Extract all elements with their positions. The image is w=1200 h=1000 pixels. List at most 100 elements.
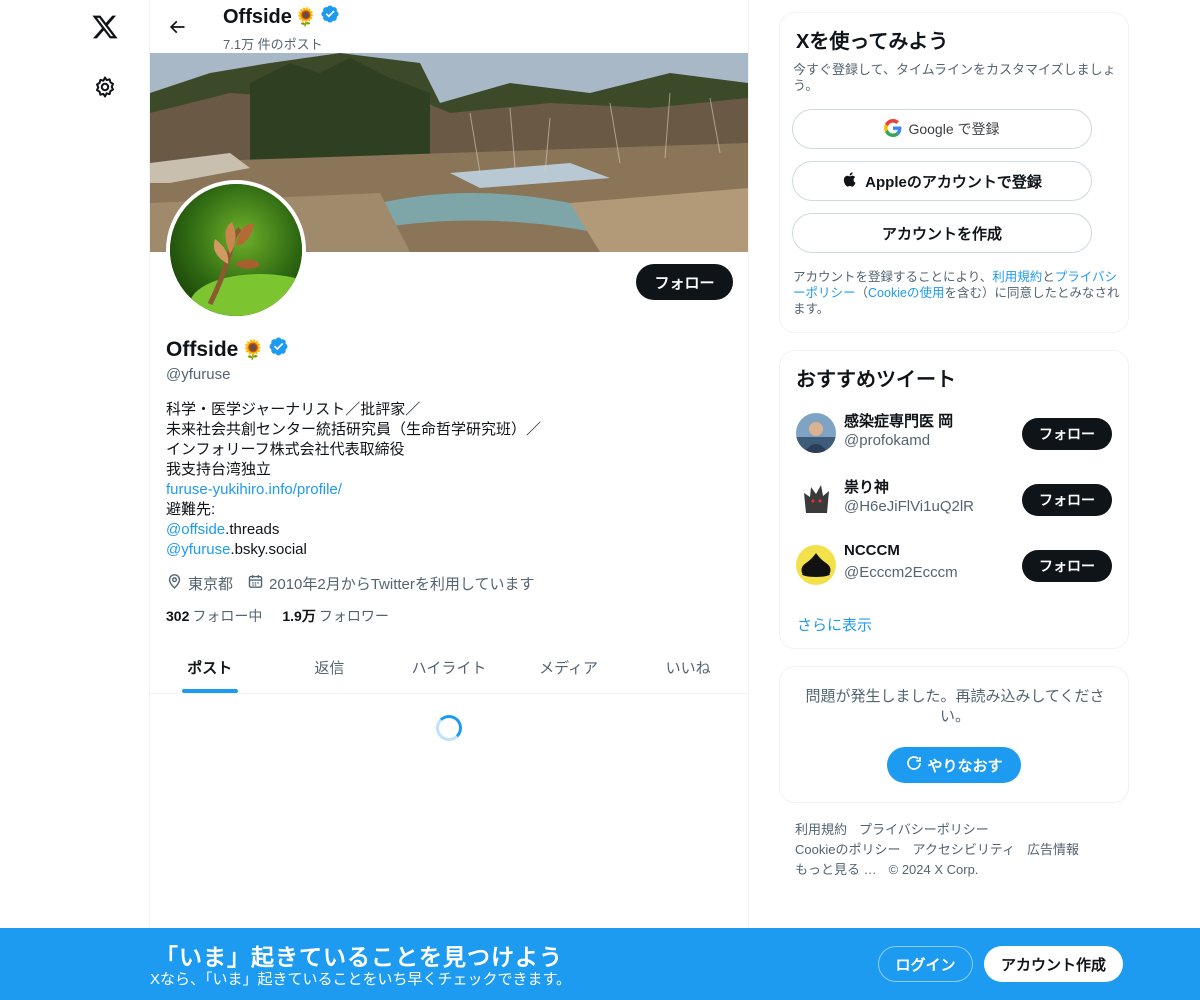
user-avatar[interactable] <box>796 545 836 585</box>
following-stat[interactable]: 302 フォロー中 <box>166 606 262 626</box>
profile-bio: 科学・医学ジャーナリスト／批評家／ 未来社会共創センター統括研究員（生命哲学研究… <box>166 400 726 560</box>
google-icon <box>884 118 902 140</box>
google-signup-label: Google で登録 <box>908 121 1000 137</box>
follow-button[interactable]: フォロー <box>1022 484 1112 516</box>
x-logo-icon[interactable] <box>88 10 122 44</box>
tab-media[interactable]: メディア <box>509 642 629 693</box>
tab-label: ハイライト <box>411 660 487 677</box>
tab-posts[interactable]: ポスト <box>150 642 270 693</box>
footer-ads-link[interactable]: 広告情報 <box>1027 842 1079 857</box>
refresh-icon <box>905 754 923 776</box>
location-text: 東京都 <box>188 576 234 593</box>
footer-copyright: © 2024 X Corp. <box>888 862 979 877</box>
bio-mention-suffix: .bsky.social <box>230 541 307 558</box>
left-nav <box>0 0 150 1000</box>
location-item: 東京都 <box>166 573 233 594</box>
loading-spinner-icon <box>436 715 462 741</box>
login-button[interactable]: ログイン <box>878 946 973 982</box>
profile-handle: @yfuruse <box>166 366 231 383</box>
topbar-name-text: Offside <box>223 5 292 28</box>
google-signup-button[interactable]: Google で登録 <box>792 109 1092 149</box>
user-handle: @H6eJiFlVi1uQ2lR <box>844 498 974 515</box>
bio-line: 我支持台湾独立 <box>166 461 272 478</box>
apple-icon <box>842 170 859 193</box>
footer-cookie-link[interactable]: Cookieのポリシー <box>795 842 900 857</box>
user-handle: @profokamd <box>844 432 931 449</box>
signup-legal-text: アカウントを登録することにより、利用規約とプライバシーポリシー（Cookieの使… <box>793 269 1123 317</box>
legal-paren: （ <box>855 286 869 300</box>
bio-line: インフォリーフ株式会社代表取締役 <box>166 441 405 458</box>
bio-mention-suffix: .threads <box>225 521 280 538</box>
bio-mention-link[interactable]: @yfuruse <box>166 541 230 558</box>
followers-stat[interactable]: 1.9万 フォロワー <box>282 606 388 626</box>
tab-replies[interactable]: 返信 <box>270 642 390 693</box>
sunflower-icon: 🌻 <box>294 6 318 27</box>
recommended-user[interactable]: 祟り神 @H6eJiFlVi1uQ2lR フォロー <box>796 474 1112 524</box>
location-pin-icon <box>166 573 183 594</box>
footer-more-link[interactable]: もっと見る … <box>795 862 877 877</box>
followers-label: フォロワー <box>318 608 389 624</box>
legal-and: と <box>1042 270 1055 284</box>
follow-stats: 302 フォロー中 1.9万 フォロワー <box>166 606 389 626</box>
recommended-user[interactable]: 感染症専門医 岡 @profokamd フォロー <box>796 408 1112 458</box>
bio-website-link[interactable]: furuse-yukihiro.info/profile/ <box>166 481 342 498</box>
signup-button[interactable]: アカウント作成 <box>984 946 1123 982</box>
follow-button[interactable]: フォロー <box>1022 418 1112 450</box>
topbar-name: Offside 🌻 <box>223 4 340 30</box>
apple-signup-button[interactable]: Appleのアカウントで登録 <box>792 161 1092 201</box>
create-account-button[interactable]: アカウントを作成 <box>792 213 1092 253</box>
calendar-icon <box>247 573 264 594</box>
user-avatar[interactable] <box>796 479 836 519</box>
signup-card-subtitle: 今すぐ登録して、タイムラインをカスタマイズしましょう。 <box>793 62 1116 93</box>
followers-count: 1.9万 <box>282 608 316 624</box>
tab-label: 返信 <box>314 660 345 677</box>
sunflower-icon: 🌻 <box>241 339 266 361</box>
profile-topbar: Offside 🌻 7.1万 件のポスト <box>150 0 748 53</box>
retry-button[interactable]: やりなおす <box>887 747 1021 783</box>
recommended-user[interactable]: NCCCM @Ecccm2Ecccm フォロー <box>796 540 1112 590</box>
bio-mention-link[interactable]: @offside <box>166 521 225 538</box>
profile-avatar[interactable] <box>166 180 306 320</box>
profile-column: Offside 🌻 7.1万 件のポスト フォロー Offside 🌻 @yfu… <box>149 0 749 1000</box>
verified-badge-icon <box>268 336 289 363</box>
recommended-card: おすすめツイート 感染症専門医 岡 @profokamd フォロー 祟り神 @H… <box>779 350 1129 649</box>
follow-button[interactable]: フォロー <box>636 264 733 300</box>
tab-likes[interactable]: いいね <box>628 642 748 693</box>
verified-badge-icon <box>320 4 340 30</box>
active-tab-indicator <box>181 689 238 693</box>
user-name: 祟り神 <box>844 479 890 496</box>
error-card: 問題が発生しました。再読み込みしてください。 やりなおす <box>779 666 1129 803</box>
bio-line: 避難先: <box>166 501 216 518</box>
legal-prefix: アカウントを登録することにより、 <box>793 270 993 284</box>
back-arrow-icon[interactable] <box>162 12 192 42</box>
retry-label: やりなおす <box>927 757 1003 775</box>
tab-label: ポスト <box>187 660 233 677</box>
user-name: 感染症専門医 岡 <box>844 413 954 430</box>
recommended-title: おすすめツイート <box>796 369 956 391</box>
follow-button[interactable]: フォロー <box>1022 550 1112 582</box>
user-name: NCCCM <box>844 542 900 559</box>
profile-name: Offside 🌻 <box>166 336 289 363</box>
user-avatar[interactable] <box>796 413 836 453</box>
post-count: 7.1万 件のポスト <box>223 37 323 52</box>
footer-accessibility-link[interactable]: アクセシビリティ <box>912 842 1015 857</box>
error-message: 問題が発生しました。再読み込みしてください。 <box>805 688 1105 725</box>
footer-terms-link[interactable]: 利用規約 <box>795 822 847 837</box>
tab-highlights[interactable]: ハイライト <box>389 642 509 693</box>
profile-meta: 東京都 2010年2月からTwitterを利用しています <box>166 573 548 594</box>
show-more-link[interactable]: さらに表示 <box>797 614 872 635</box>
following-label: フォロー中 <box>192 608 263 624</box>
gear-icon[interactable] <box>90 72 120 102</box>
user-handle: @Ecccm2Ecccm <box>844 564 958 581</box>
signup-card-title: Xを使ってみよう <box>796 31 949 53</box>
cookie-link[interactable]: Cookieの使用 <box>868 286 944 300</box>
tab-label: いいね <box>665 660 711 677</box>
footer-privacy-link[interactable]: プライバシーポリシー <box>859 822 989 837</box>
bottom-bar-title: 「いま」起きていることを見つけよう <box>155 944 563 970</box>
bio-line: 科学・医学ジャーナリスト／批評家／ <box>166 401 421 418</box>
signup-card: Xを使ってみよう 今すぐ登録して、タイムラインをカスタマイズしましょう。 Goo… <box>779 12 1129 333</box>
bottom-bar-subtitle: Xなら、「いま」起きていることをいち早くチェックできます。 <box>150 971 572 988</box>
terms-link[interactable]: 利用規約 <box>992 270 1042 284</box>
profile-tabs: ポスト 返信 ハイライト メディア いいね <box>150 642 748 694</box>
joined-text: 2010年2月からTwitterを利用しています <box>269 576 535 593</box>
